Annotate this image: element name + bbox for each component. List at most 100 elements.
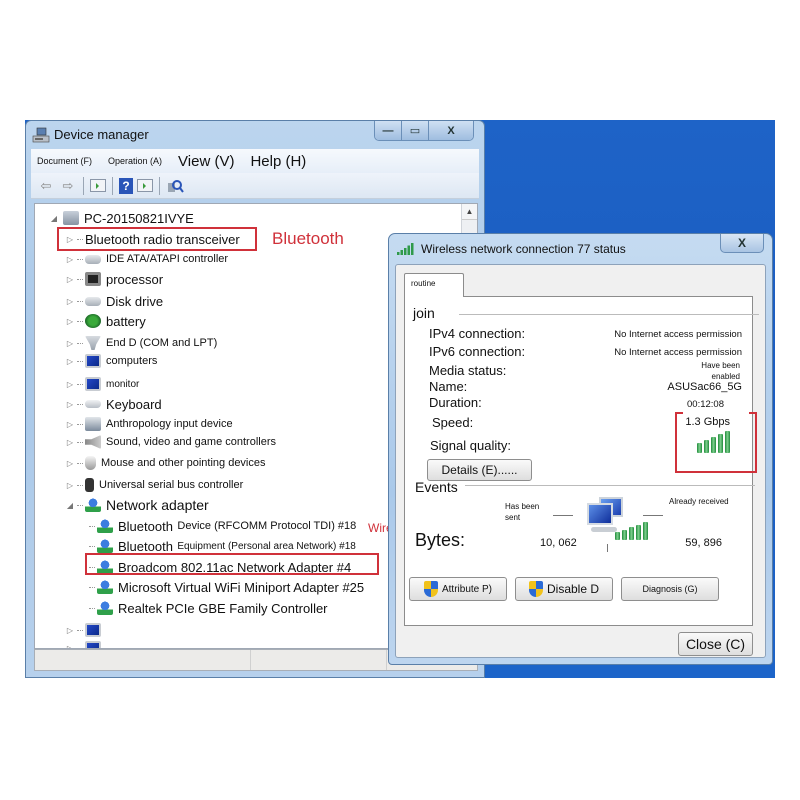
tree-item-monitor[interactable]: ▷ monitor xyxy=(65,374,139,394)
signal-bar xyxy=(636,525,641,540)
tree-item-label: Anthropology input device xyxy=(106,418,233,430)
close-button[interactable]: X xyxy=(429,121,473,140)
expand-triangle-icon[interactable]: ▷ xyxy=(65,357,75,366)
collapse-triangle-icon[interactable]: ◢ xyxy=(49,214,59,223)
ipv4-label: IPv4 connection: xyxy=(429,326,526,341)
details-button[interactable]: Details (E)...... xyxy=(427,459,532,481)
show-hide-action-pane-icon[interactable] xyxy=(137,179,153,192)
tree-root[interactable]: ◢ PC-20150821IVYE xyxy=(49,208,194,228)
disable-button[interactable]: Disable D xyxy=(515,577,613,601)
tree-item-usb[interactable]: ▷ Universal serial bus controller xyxy=(65,475,243,495)
scan-hardware-changes-icon[interactable] xyxy=(166,177,184,195)
dialog-close-button[interactable]: X xyxy=(720,234,764,253)
tree-connector xyxy=(89,545,95,547)
collapse-triangle-icon[interactable]: ◢ xyxy=(65,501,75,510)
section-divider xyxy=(465,485,755,486)
speed-signal-highlight-box xyxy=(675,412,757,473)
activity-connector xyxy=(553,515,573,516)
tree-item-ide[interactable]: ▷ IDE ATA/ATAPI controller xyxy=(65,249,228,269)
tree-item-partial[interactable]: ▷ xyxy=(65,638,106,648)
tree-item-mouse[interactable]: ▷ Mouse and other pointing devices xyxy=(65,453,266,473)
device-icon xyxy=(85,623,101,637)
tree-item-ports[interactable]: ▷ End D (COM and LPT) xyxy=(65,333,217,353)
monitor-icon xyxy=(85,377,101,391)
tree-connector xyxy=(77,462,83,464)
adapter-item[interactable]: Realtek PCIe GBE Family Controller xyxy=(87,598,328,618)
menu-operation[interactable]: Operation (A) xyxy=(108,156,162,166)
expand-triangle-icon[interactable]: ▷ xyxy=(65,275,75,284)
expand-triangle-icon[interactable]: ▷ xyxy=(65,400,75,409)
tab-panel: join IPv4 connection: No Internet access… xyxy=(404,296,759,626)
tree-item-label: Sound, video and game controllers xyxy=(106,436,276,448)
device-icon xyxy=(85,641,101,648)
adapter-item[interactable]: Bluetooth Device (RFCOMM Protocol TDI) #… xyxy=(87,516,356,536)
tree-connector xyxy=(89,525,95,527)
received-label: Already received xyxy=(669,497,729,506)
menu-help[interactable]: Help (H) xyxy=(250,153,306,170)
tab-routine[interactable]: routine xyxy=(404,273,464,297)
signal-bar xyxy=(643,522,648,540)
menu-document[interactable]: Document (F) xyxy=(37,156,92,166)
scroll-up-arrow-icon[interactable]: ▲ xyxy=(462,204,477,220)
ipv6-value: No Internet access permission xyxy=(614,347,742,358)
tree-connector xyxy=(77,504,83,506)
adapter-item[interactable]: Microsoft Virtual WiFi Miniport Adapter … xyxy=(87,577,364,597)
hid-icon xyxy=(85,417,101,431)
adapter-label-strong: Bluetooth xyxy=(118,538,173,554)
tree-connector xyxy=(77,484,83,486)
bluetooth-annotation: Bluetooth xyxy=(272,229,344,248)
expand-triangle-icon[interactable]: ▷ xyxy=(65,420,75,429)
close-dialog-button[interactable]: Close (C) xyxy=(678,632,753,656)
minimize-button[interactable]: — xyxy=(375,121,402,140)
expand-triangle-icon[interactable]: ▷ xyxy=(65,459,75,468)
tree-item-processor[interactable]: ▷ processor xyxy=(65,269,163,289)
help-icon[interactable]: ? xyxy=(119,177,133,194)
tree-item-disk-drive[interactable]: ▷ Disk drive xyxy=(65,291,163,311)
forward-arrow-icon[interactable]: ⇨ xyxy=(59,177,77,195)
tree-item-sound[interactable]: ▷ Sound, video and game controllers xyxy=(65,432,276,452)
expand-triangle-icon[interactable]: ▷ xyxy=(65,297,75,306)
network-adapter-icon xyxy=(97,539,113,553)
tree-root-label: PC-20150821IVYE xyxy=(84,210,194,226)
tree-item-keyboard[interactable]: ▷ Keyboard xyxy=(65,394,162,414)
properties-button[interactable]: Attribute P) xyxy=(409,577,507,601)
toolbar-separator xyxy=(83,176,84,195)
tree-item-computers[interactable]: ▷ computers xyxy=(65,351,157,371)
adapter-label-strong: Realtek PCIe GBE Family Controller xyxy=(118,600,328,616)
maximize-icon: ▭ xyxy=(409,125,421,137)
tree-item-network-adapter[interactable]: ◢ Network adapter xyxy=(65,495,209,515)
expand-triangle-icon[interactable]: ▷ xyxy=(65,481,75,490)
tree-item-battery[interactable]: ▷ battery xyxy=(65,311,146,331)
expand-triangle-icon[interactable]: ▷ xyxy=(65,339,75,348)
show-hide-console-tree-icon[interactable] xyxy=(90,179,106,192)
dialog-title: Wireless network connection 77 status xyxy=(421,242,626,256)
back-arrow-icon[interactable]: ⇦ xyxy=(37,177,55,195)
diagnose-button[interactable]: Diagnosis (G) xyxy=(621,577,719,601)
device-manager-titlebar[interactable]: Device manager — ▭ X xyxy=(26,121,484,149)
uac-shield-icon xyxy=(528,581,543,597)
tree-item-partial[interactable]: ▷ xyxy=(65,620,106,640)
toolbar-separator xyxy=(159,176,160,195)
tree-item-hid[interactable]: ▷ Anthropology input device xyxy=(65,414,233,434)
expand-triangle-icon[interactable]: ▷ xyxy=(65,255,75,264)
activity-heading: Events xyxy=(415,479,458,495)
expand-triangle-icon[interactable]: ▷ xyxy=(65,317,75,326)
activity-tick xyxy=(607,544,608,552)
duration-value: 00:12:08 xyxy=(687,399,724,410)
adapter-label-rest: Device (RFCOMM Protocol TDI) #18 xyxy=(177,520,357,532)
close-dialog-button-label: Close (C) xyxy=(685,636,746,652)
expand-triangle-icon[interactable]: ▷ xyxy=(65,438,75,447)
name-label: Name: xyxy=(429,379,468,394)
tree-connector xyxy=(77,383,83,385)
battery-icon xyxy=(85,314,101,328)
tree-item-label: Mouse and other pointing devices xyxy=(101,457,266,469)
tree-connector xyxy=(89,586,95,588)
expand-triangle-icon[interactable]: ▷ xyxy=(65,380,75,389)
tree-item-label: computers xyxy=(106,355,158,367)
maximize-button[interactable]: ▭ xyxy=(402,121,429,140)
menu-bar: Document (F) Operation (A) View (V) Help… xyxy=(31,149,479,173)
expand-triangle-icon[interactable]: ▷ xyxy=(65,626,75,635)
dialog-client-area: routine join IPv4 connection: No Interne… xyxy=(395,264,766,658)
toolbar-separator xyxy=(112,176,113,195)
menu-view[interactable]: View (V) xyxy=(178,153,234,170)
